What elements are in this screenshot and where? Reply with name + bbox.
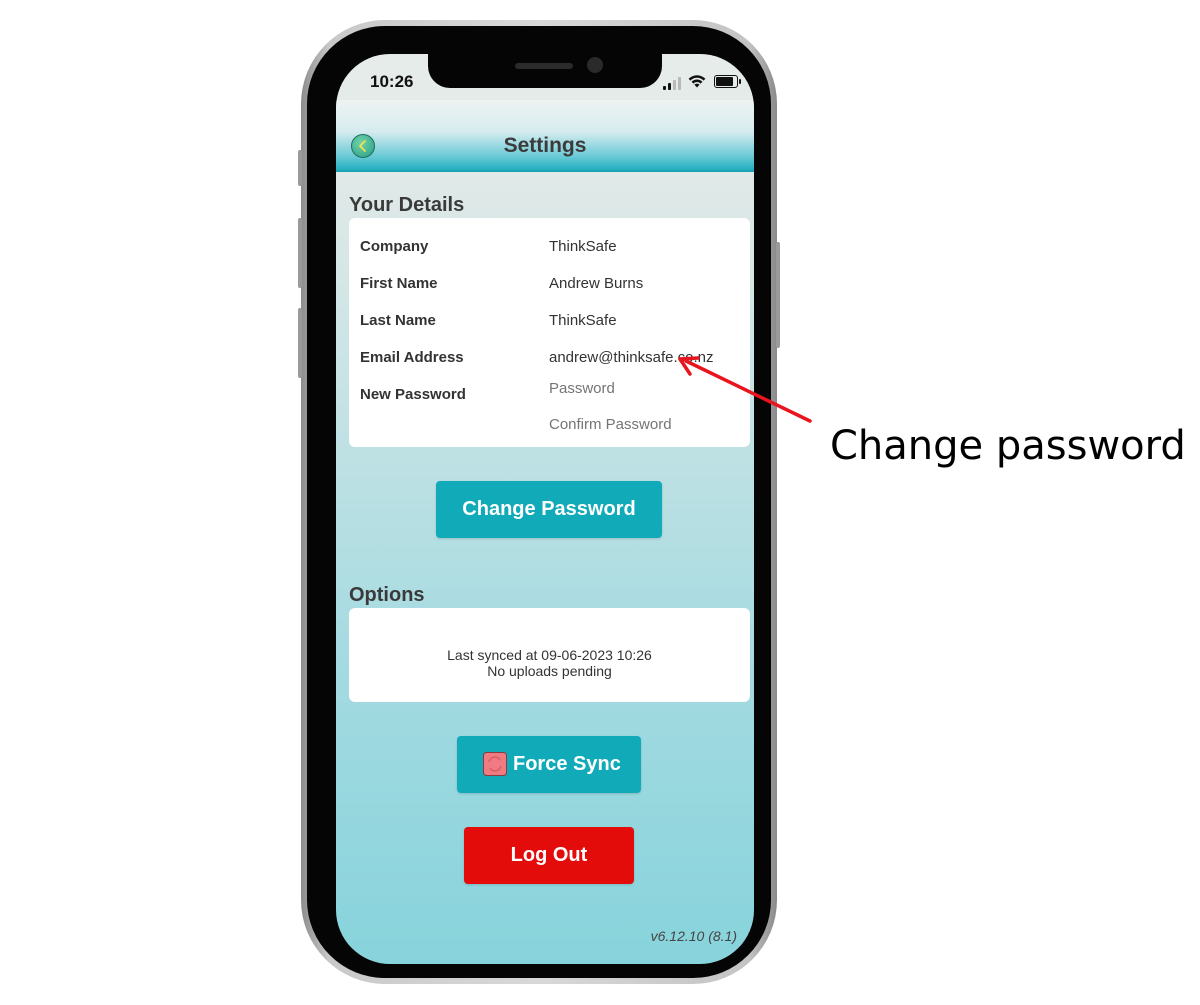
page: 10:26 Settings Your Details Company Thin… <box>0 0 1200 1005</box>
annotation-arrow <box>678 356 812 423</box>
annotation-label: Change password <box>830 423 1186 469</box>
